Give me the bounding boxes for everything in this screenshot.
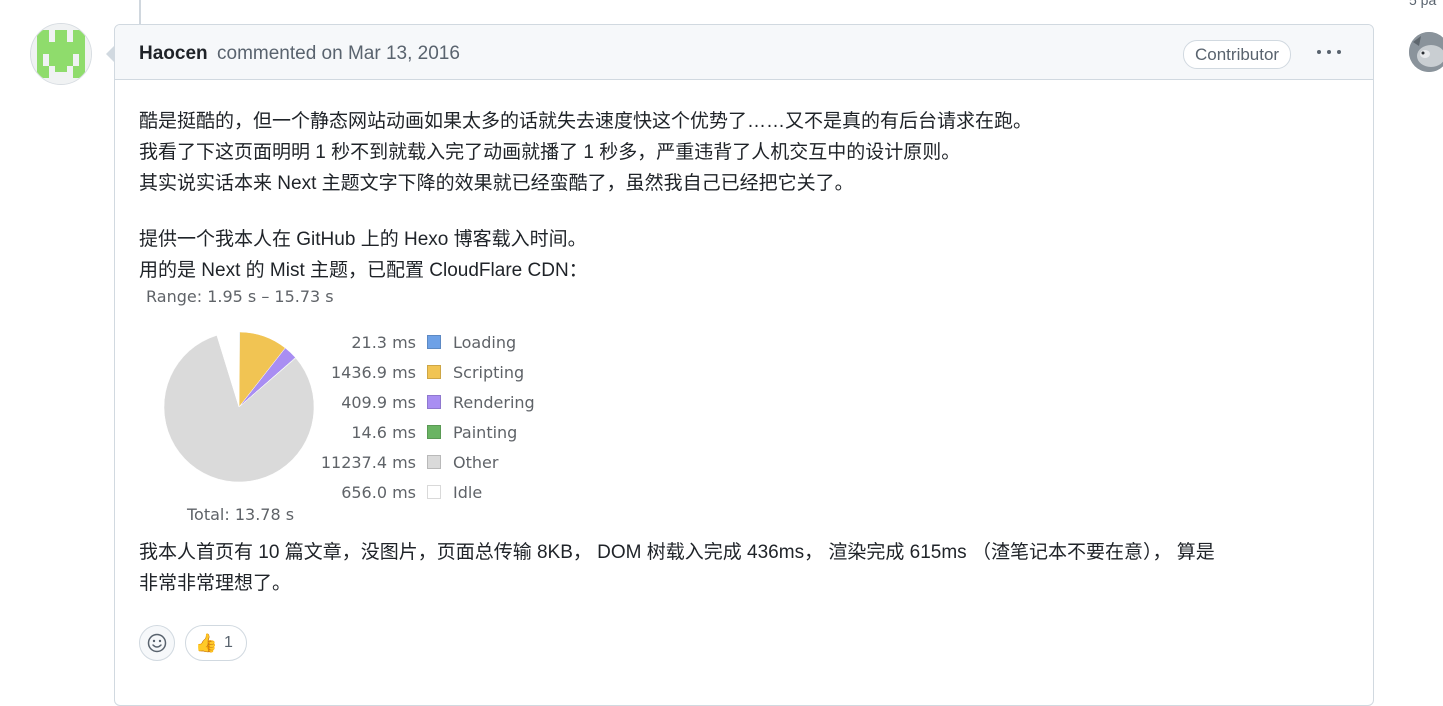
legend-item-painting: 14.6 ms Painting [309,421,569,443]
legend-value: 656.0 ms [341,483,416,502]
comment-timestamp[interactable]: commented on Mar 13, 2016 [217,43,460,65]
legend-item-rendering: 409.9 ms Rendering [309,391,569,413]
contributor-badge: Contributor [1183,40,1292,69]
comment-paragraph: 其实说实话本来 Next 主题文字下降的效果就已经蛮酷了，虽然我自己已经把它关了… [139,173,854,194]
performance-summary-image: Range: 1.95 s – 15.73 s Total: 13.78 s 2… [139,287,559,527]
legend-value: 11237.4 ms [320,453,416,472]
thumbs-up-reaction-button[interactable]: 👍 1 [185,625,247,661]
legend-label: Painting [453,423,518,442]
legend-label: Other [453,453,499,472]
legend-value: 1436.9 ms [331,363,416,382]
legend-swatch [427,365,441,379]
timeline-line [139,0,141,24]
comment-arrow [106,46,114,62]
smiley-icon [147,633,167,653]
legend-swatch [427,485,441,499]
legend-item-scripting: 1436.9 ms Scripting [309,361,569,383]
thumbs-up-icon: 👍 [195,633,218,653]
author-avatar[interactable] [30,23,92,85]
comment-paragraph: 提供一个我本人在 GitHub 上的 Hexo 博客载入时间。 [139,229,587,250]
comment-paragraph: 用的是 Next 的 Mist 主题，已配置 CloudFlare CDN： [139,260,588,281]
legend-swatch [427,395,441,409]
author-link[interactable]: Haocen [139,43,208,65]
legend-swatch [427,455,441,469]
comment-paragraph: 非常非常理想了。 [139,573,292,594]
legend-label: Loading [453,333,517,352]
chart-total-label: Total: 13.78 s [187,505,295,524]
comment-paragraph: 酷是挺酷的，但一个静态网站动画如果太多的话就失去速度快这个优势了……又不是真的有… [139,111,1033,132]
pie-chart [163,331,315,483]
legend-swatch [427,425,441,439]
legend-item-other: 11237.4 ms Other [309,451,569,473]
legend-label: Rendering [453,393,535,412]
legend-item-idle: 656.0 ms Idle [309,481,569,503]
comment-paragraph: 我本人首页有 10 篇文章，没图片，页面总传输 8KB， DOM 树载入完成 4… [139,542,1215,563]
legend-value: 21.3 ms [351,333,416,352]
legend-label: Idle [453,483,483,502]
legend-value: 14.6 ms [351,423,416,442]
legend-value: 409.9 ms [341,393,416,412]
legend-swatch [427,335,441,349]
add-reaction-button[interactable] [139,625,175,661]
chart-range-label: Range: 1.95 s – 15.73 s [146,287,334,306]
pagination-label: 5 pa [1409,0,1437,8]
identicon-avatar [31,24,91,84]
legend-item-loading: 21.3 ms Loading [309,331,569,353]
kebab-horizontal-icon[interactable] [1315,45,1343,59]
reaction-count: 1 [224,634,233,651]
cat-avatar-image [1409,32,1443,72]
issue-comment: Haocen commented on Mar 13, 2016 Contrib… [114,24,1374,706]
comment-paragraph: 我看了下这页面明明 1 秒不到就载入完了动画就播了 1 秒多，严重违背了人机交互… [139,142,961,163]
legend-label: Scripting [453,363,525,382]
comment-header: Haocen commented on Mar 13, 2016 Contrib… [115,25,1373,80]
participant-avatar[interactable] [1409,32,1443,72]
